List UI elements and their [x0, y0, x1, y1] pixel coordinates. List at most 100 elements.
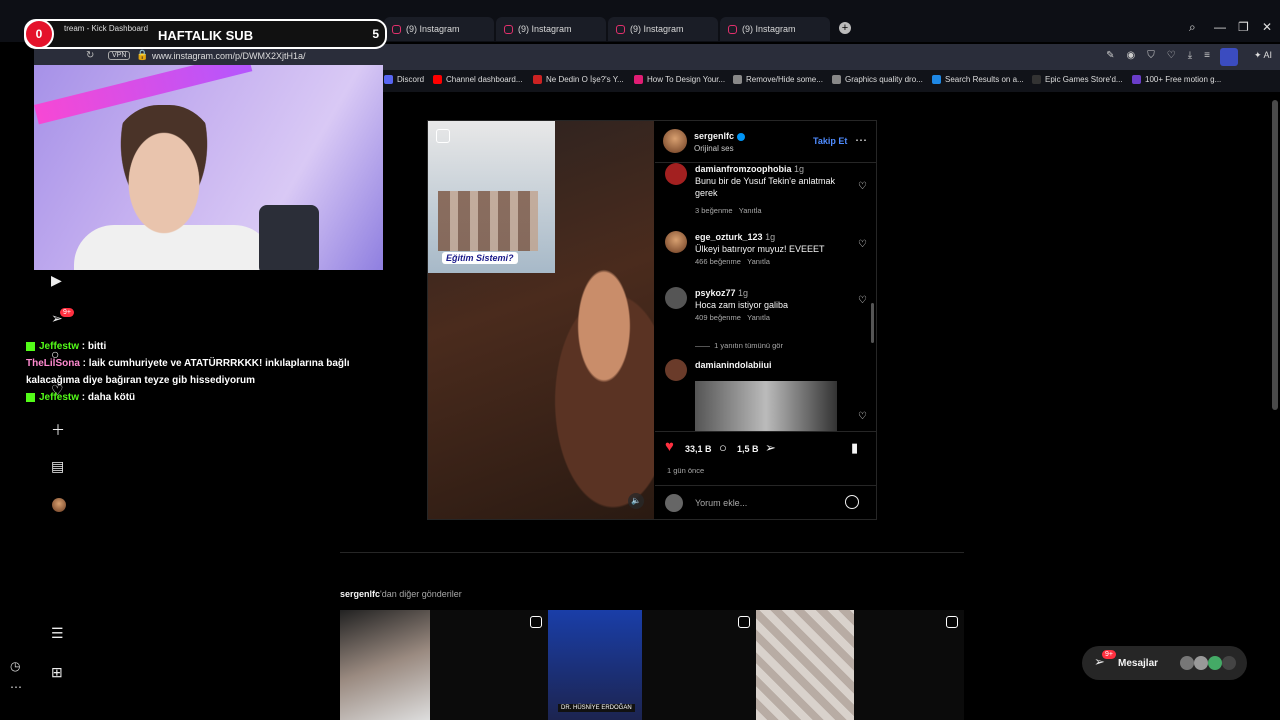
edit-icon[interactable]: ✎	[1106, 50, 1114, 61]
commenter-username[interactable]: damianindolabiiui	[695, 360, 772, 370]
discord-icon	[384, 75, 393, 84]
post-thumbnail[interactable]	[756, 610, 854, 720]
more-posts-user[interactable]: sergenlfc	[340, 589, 380, 599]
instagram-icon	[392, 24, 401, 34]
browser-tab[interactable]: (9) Instagram	[384, 17, 494, 41]
history-icon[interactable]: ◷	[10, 659, 20, 673]
vpn-badge[interactable]: VPN	[108, 51, 131, 60]
comment-input[interactable]: Yorum ekle...	[695, 498, 747, 508]
bookmark-motion[interactable]: 100+ Free motion g...	[1132, 75, 1221, 84]
volume-icon[interactable]: 🔈	[628, 493, 644, 509]
post-thumbnail[interactable]	[854, 610, 964, 720]
comment-likes[interactable]: 409 beğenme	[695, 313, 741, 322]
thumbnail-caption: DR. HÜSNİYE ERDOĞAN	[558, 704, 635, 712]
reply-button[interactable]: Yanıtla	[747, 257, 770, 266]
reels-icon[interactable]: ▶	[51, 272, 62, 289]
minimize-icon[interactable]: —	[1214, 20, 1226, 34]
comment-photo[interactable]	[695, 381, 837, 431]
commenter-username[interactable]: psykoz77	[695, 288, 736, 298]
reply-button[interactable]: Yanıtla	[747, 313, 770, 322]
chat-message: TheLilSona : laik cumhuriyete ve ATATÜRR…	[26, 355, 386, 389]
instagram-icon	[504, 24, 513, 34]
play-icon	[436, 129, 450, 143]
restore-icon[interactable]: ❐	[1238, 20, 1249, 34]
follow-button[interactable]: Takip Et	[813, 136, 847, 146]
chat-user: TheLilSona	[26, 358, 80, 369]
comment-icon[interactable]: ○	[719, 440, 727, 455]
reload-icon[interactable]: ↻	[86, 50, 94, 61]
bookmark-epic-games[interactable]: Epic Games Store'd...	[1032, 75, 1123, 84]
more-options-icon[interactable]: ⋯	[855, 133, 867, 147]
browser-tab[interactable]: (9) Instagram	[720, 17, 830, 41]
comment-likes[interactable]: 466 beğenme	[695, 257, 741, 266]
post-thumbnail[interactable]	[642, 610, 756, 720]
heart-icon[interactable]: ♡	[1167, 50, 1176, 61]
bookmark-graphics[interactable]: Graphics quality dro...	[832, 75, 923, 84]
commenter-username[interactable]: ege_ozturk_123	[695, 232, 763, 242]
post-thumbnail[interactable]: DR. HÜSNİYE ERDOĞAN	[548, 610, 642, 720]
bookmark-label: Channel dashboard...	[446, 75, 523, 84]
more-dots-icon[interactable]: ⋯	[10, 680, 22, 694]
bookmark-design[interactable]: How To Design Your...	[634, 75, 725, 84]
comment-like-icon[interactable]: ♡	[858, 295, 867, 306]
bookmark-icon	[932, 75, 941, 84]
extension-icon[interactable]	[1220, 48, 1238, 66]
post-video[interactable]: Eğitim Sistemi? 🔈	[428, 121, 654, 519]
browser-tab[interactable]: (9) Instagram	[608, 17, 718, 41]
audio-label[interactable]: Orijinal ses	[694, 144, 734, 153]
liked-heart-icon[interactable]: ♥	[665, 438, 674, 455]
dashboard-icon[interactable]: ▤	[51, 458, 64, 475]
comment-like-icon[interactable]: ♡	[858, 181, 867, 192]
create-icon[interactable]: ＋	[51, 420, 65, 440]
comment-like-icon[interactable]: ♡	[858, 411, 867, 422]
toolbar-icons: ✎ ◉ ⛉ ♡ ⤓ ≡	[1106, 50, 1210, 61]
save-icon[interactable]: ▮	[851, 440, 858, 456]
browser-tab[interactable]: (9) Instagram	[496, 17, 606, 41]
bookmark-search-results[interactable]: Search Results on a...	[932, 75, 1024, 84]
comment-time: 1g	[738, 288, 749, 298]
url-field[interactable]: www.instagram.com/p/DWMX2XjtH1a/	[152, 51, 306, 61]
commenter-avatar[interactable]	[665, 231, 687, 253]
emoji-icon[interactable]	[845, 495, 859, 509]
bookmark-label: Remove/Hide some...	[746, 75, 823, 84]
comments-scrollbar[interactable]	[871, 303, 874, 343]
author-username[interactable]: sergenlfc	[694, 131, 746, 141]
bookmark-discord[interactable]: Discord	[384, 75, 424, 84]
comment-meta: 3 beğenme Yanıtla	[695, 206, 762, 215]
bookmark-remove-hide[interactable]: Remove/Hide some...	[733, 75, 823, 84]
menu-icon[interactable]: ≡	[1204, 50, 1210, 61]
bookmark-channel-dashboard[interactable]: Channel dashboard...	[433, 75, 523, 84]
reply-button[interactable]: Yanıtla	[739, 206, 762, 215]
post-thumbnail[interactable]	[430, 610, 548, 720]
commenter-username[interactable]: damianfromzoophobia	[695, 164, 792, 174]
ai-button[interactable]: ✦ AI	[1254, 50, 1272, 61]
bookmark-ne-dedin[interactable]: Ne Dedin O İşe?'s Y...	[533, 75, 624, 84]
post-thumbnail[interactable]	[340, 610, 430, 720]
profile-avatar[interactable]	[52, 498, 66, 512]
commenter-avatar[interactable]	[665, 359, 687, 381]
classroom-inset: Eğitim Sistemi?	[428, 121, 555, 273]
chat-separator: :	[79, 341, 88, 352]
page-scrollbar[interactable]	[1272, 100, 1278, 410]
youtube-icon	[433, 75, 442, 84]
comment-likes[interactable]: 3 beğenme	[695, 206, 733, 215]
search-tabs-icon[interactable]: ⌕	[1189, 20, 1196, 35]
commenter-avatar[interactable]	[665, 287, 687, 309]
messages-button[interactable]: ➢ 9+ Mesajlar	[1082, 646, 1247, 680]
chat-user: Jeffestw	[39, 392, 80, 403]
apps-icon[interactable]: ⊞	[51, 664, 63, 681]
like-count[interactable]: 33,1 B	[685, 444, 712, 454]
view-replies-button[interactable]: —— 1 yanıtın tümünü gör	[695, 341, 783, 350]
download-icon[interactable]: ⤓	[1188, 50, 1192, 61]
classroom-desks	[438, 191, 538, 251]
camera-icon[interactable]: ◉	[1127, 50, 1136, 61]
author-avatar[interactable]	[663, 129, 687, 153]
shield-icon[interactable]: ⛉	[1147, 50, 1155, 61]
comment-like-icon[interactable]: ♡	[858, 239, 867, 250]
close-icon[interactable]: ✕	[1262, 20, 1272, 34]
more-menu-icon[interactable]: ☰	[51, 625, 64, 642]
share-icon[interactable]: ➢	[765, 440, 776, 456]
post-sidebar: sergenlfc Orijinal ses Takip Et ⋯ damian…	[655, 121, 877, 519]
new-tab-button[interactable]: +	[839, 22, 851, 34]
commenter-avatar[interactable]	[665, 163, 687, 185]
